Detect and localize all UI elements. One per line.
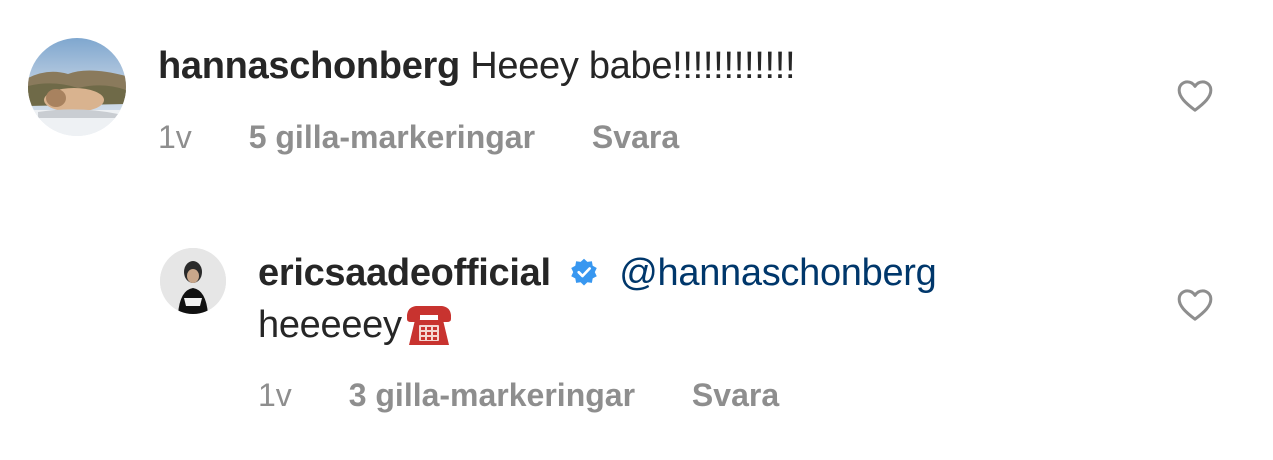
comment-meta: 1v 5 gilla-markeringar Svara: [158, 117, 727, 157]
comment-text: hannaschonberg Heeey babe!!!!!!!!!!!!: [158, 44, 796, 88]
heart-icon[interactable]: [1175, 285, 1215, 325]
telephone-icon: [404, 301, 454, 347]
avatar[interactable]: [28, 38, 126, 136]
comment-age: 1v: [258, 377, 292, 413]
likes-count[interactable]: 5 gilla-markeringar: [249, 119, 535, 155]
likes-count[interactable]: 3 gilla-markeringar: [349, 377, 635, 413]
username[interactable]: hannaschonberg: [158, 45, 460, 87]
verified-badge-icon: [569, 254, 599, 286]
comment-body: Heeey babe!!!!!!!!!!!!: [470, 45, 796, 87]
username[interactable]: ericsaadeofficial: [258, 252, 551, 294]
comment-text-line-2: heeeeey: [258, 301, 454, 347]
reply-button[interactable]: Svara: [592, 119, 679, 155]
comment-text-line-1: ericsaadeofficial @hannaschonberg: [258, 251, 937, 295]
comment-age: 1v: [158, 119, 192, 155]
mention-link[interactable]: @hannaschonberg: [619, 252, 937, 294]
comment-meta: 1v 3 gilla-markeringar Svara: [258, 375, 827, 415]
avatar[interactable]: [160, 248, 226, 314]
heart-icon[interactable]: [1175, 76, 1215, 116]
reply-button[interactable]: Svara: [692, 377, 779, 413]
comment-body: heeeeey: [258, 304, 402, 346]
